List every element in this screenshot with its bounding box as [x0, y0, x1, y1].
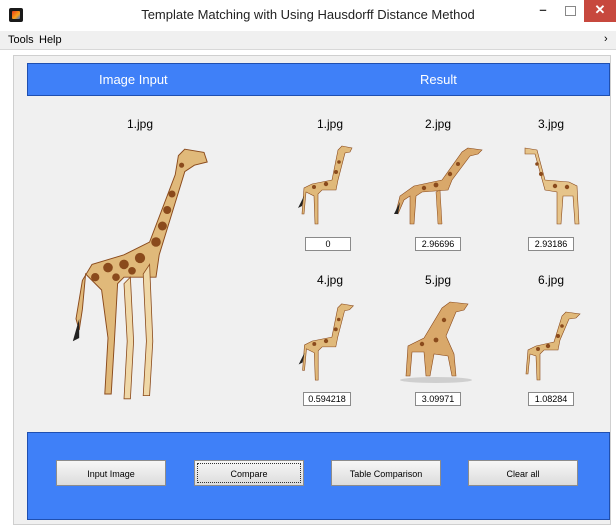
result-3-image	[524, 147, 580, 225]
menu-overflow-icon[interactable]: ›	[604, 33, 608, 45]
result-6-score: 1.08284	[528, 392, 574, 406]
table-comparison-button[interactable]: Table Comparison	[331, 460, 441, 486]
result-2-image	[394, 147, 483, 225]
clear-all-button[interactable]: Clear all	[468, 460, 578, 486]
compare-button[interactable]: Compare	[194, 460, 304, 486]
result-heading: Result	[420, 72, 457, 87]
result-1-image	[298, 145, 353, 225]
input-giraffe-image	[72, 148, 208, 400]
result-5-image	[400, 301, 472, 383]
result-1-score: 0	[305, 237, 351, 251]
result-4-filename: 4.jpg	[316, 273, 344, 287]
result-3-filename: 3.jpg	[537, 117, 565, 131]
close-button[interactable]: ✕	[584, 0, 616, 22]
result-5-score: 3.09971	[415, 392, 461, 406]
input-image-filename: 1.jpg	[126, 117, 154, 131]
input-image-button[interactable]: Input Image	[56, 460, 166, 486]
menu-tools[interactable]: Tools	[8, 34, 34, 46]
result-2-score: 2.96696	[415, 237, 461, 251]
result-2-filename: 2.jpg	[424, 117, 452, 131]
image-input-heading: Image Input	[99, 72, 168, 87]
result-5-filename: 5.jpg	[424, 273, 452, 287]
menu-bar	[0, 31, 616, 50]
result-3-score: 2.93186	[528, 237, 574, 251]
maximize-button[interactable]	[557, 0, 583, 22]
result-1-filename: 1.jpg	[316, 117, 344, 131]
result-4-image	[298, 303, 355, 381]
result-6-filename: 6.jpg	[537, 273, 565, 287]
result-6-image	[525, 311, 581, 381]
result-4-score: 0.594218	[303, 392, 351, 406]
minimize-button[interactable]: –	[530, 0, 556, 22]
window-title: Template Matching with Using Hausdorff D…	[141, 7, 475, 22]
menu-help[interactable]: Help	[39, 34, 62, 46]
header-panel: Image Input Result	[27, 63, 610, 96]
maximize-icon	[564, 6, 576, 16]
